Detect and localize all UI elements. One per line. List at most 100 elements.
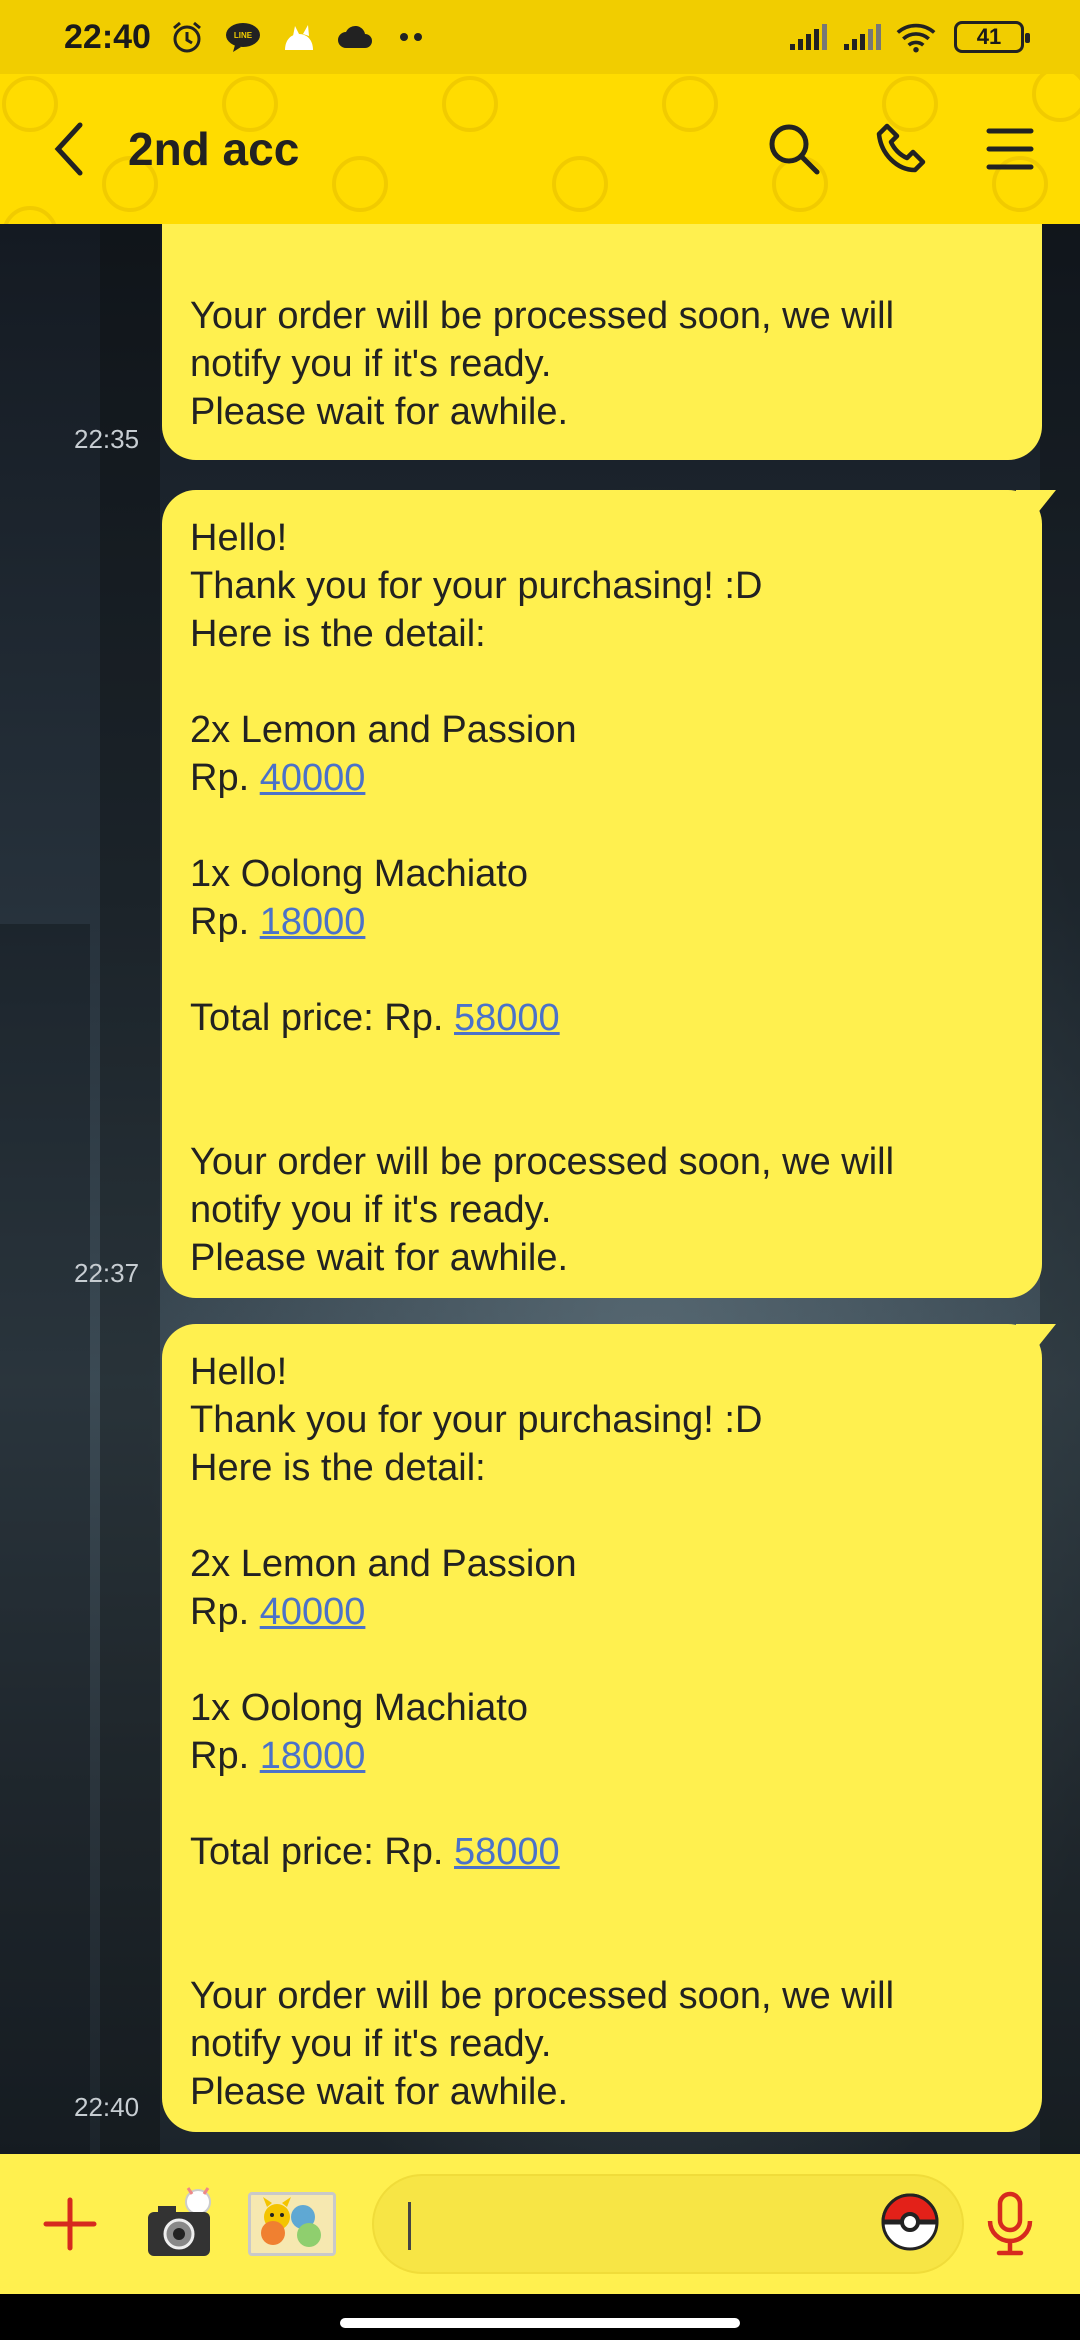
message-line: Please wait for awhile. xyxy=(190,2068,1012,2116)
background-tree xyxy=(0,924,90,2154)
home-indicator[interactable] xyxy=(340,2318,740,2328)
message-text: Total price: Rp. xyxy=(190,1831,454,1873)
chat-title: 2nd acc xyxy=(128,123,300,175)
message-line xyxy=(190,1492,1012,1540)
message-text: Here is the detail: xyxy=(190,1447,486,1489)
phone-icon[interactable] xyxy=(872,119,932,179)
back-arrow-icon[interactable] xyxy=(40,119,100,179)
message-text: Hello! xyxy=(190,517,288,559)
menu-icon[interactable] xyxy=(980,119,1040,179)
message-line: Rp. 40000 xyxy=(190,1588,1012,1636)
message-line: Your order will be processed soon, we wi… xyxy=(190,292,1012,340)
message-bubble[interactable]: Your order will be processed soon, we wi… xyxy=(162,224,1042,460)
message-line: Please wait for awhile. xyxy=(190,1234,1012,1282)
message-line xyxy=(190,946,1012,994)
message-text: Please wait for awhile. xyxy=(190,2071,569,2113)
microphone-icon[interactable] xyxy=(970,2184,1050,2264)
status-time: 22:40 xyxy=(64,17,151,56)
message-line: Your order will be processed soon, we wi… xyxy=(190,1138,1012,1186)
message-bubble[interactable]: Hello! Thank you for your purchasing! :D H… xyxy=(162,1324,1056,2132)
message-text: Your order will be processed soon, we wi… xyxy=(190,1141,895,1183)
message-line: Your order will be processed soon, we wi… xyxy=(190,1972,1012,2020)
pet-icon xyxy=(279,17,319,57)
text-cursor xyxy=(408,2202,411,2250)
message-line: Rp. 40000 xyxy=(190,754,1012,802)
message-line xyxy=(190,658,1012,706)
message-line: Please wait for awhile. xyxy=(190,388,1012,436)
background-tree xyxy=(1040,224,1080,2154)
signal-icon xyxy=(788,17,828,57)
message-text: notify you if it's ready. xyxy=(190,343,552,385)
search-icon[interactable] xyxy=(764,119,824,179)
message-bubble[interactable]: Hello! Thank you for your purchasing! :D H… xyxy=(162,490,1056,1298)
message-text: 1x Oolong Machiato xyxy=(190,853,528,895)
message-line: 1x Oolong Machiato xyxy=(190,850,1012,898)
message-text: Your order will be processed soon, we wi… xyxy=(190,295,895,337)
price-link[interactable]: 18000 xyxy=(260,901,366,943)
message-line xyxy=(190,1924,1012,1972)
message-time: 22:35 xyxy=(74,424,140,454)
price-link[interactable]: 18000 xyxy=(260,1735,366,1777)
wifi-icon xyxy=(896,17,936,57)
cloud-icon xyxy=(335,17,375,57)
message-line: Thank you for your purchasing! :D xyxy=(190,1396,1012,1444)
message-time: 22:40 xyxy=(74,2092,140,2122)
message-line: notify you if it's ready. xyxy=(190,2020,1012,2068)
chat-area[interactable]: Your order will be processed soon, we wi… xyxy=(0,224,1080,2154)
message-text: Thank you for your purchasing! :D xyxy=(190,1399,763,1441)
signal-icon xyxy=(842,17,882,57)
battery-level: 41 xyxy=(976,24,1002,49)
price-link[interactable]: 58000 xyxy=(454,997,560,1039)
price-link[interactable]: 40000 xyxy=(260,1591,366,1633)
more-dots-icon xyxy=(391,17,431,57)
message-text: Total price: Rp. xyxy=(190,997,454,1039)
line-app-icon: LINE xyxy=(223,17,263,57)
message-text: Hello! xyxy=(190,1351,288,1393)
message-line xyxy=(190,1090,1012,1138)
message-text: Rp. xyxy=(190,1591,260,1633)
message-line: 2x Lemon and Passion xyxy=(190,1540,1012,1588)
plus-icon[interactable] xyxy=(30,2184,110,2264)
message-text: Please wait for awhile. xyxy=(190,1237,569,1279)
camera-icon[interactable] xyxy=(142,2184,222,2264)
message-text: 2x Lemon and Passion xyxy=(190,1543,577,1585)
chat-header: 2nd acc xyxy=(0,74,1080,224)
message-text: notify you if it's ready. xyxy=(190,2023,552,2065)
message-text: Thank you for your purchasing! :D xyxy=(190,565,763,607)
message-line: Here is the detail: xyxy=(190,1444,1012,1492)
message-line: notify you if it's ready. xyxy=(190,1186,1012,1234)
battery-icon: 41 xyxy=(954,21,1030,53)
message-time: 22:37 xyxy=(74,1258,140,1288)
message-text: 2x Lemon and Passion xyxy=(190,709,577,751)
message-text: Here is the detail: xyxy=(190,613,486,655)
message-line xyxy=(190,1876,1012,1924)
message-line: Here is the detail: xyxy=(190,610,1012,658)
message-line xyxy=(190,802,1012,850)
input-bar xyxy=(0,2154,1080,2294)
message-input[interactable] xyxy=(372,2174,964,2274)
navigation-bar xyxy=(0,2294,1080,2340)
message-text: notify you if it's ready. xyxy=(190,1189,552,1231)
message-text: Your order will be processed soon, we wi… xyxy=(190,1975,895,2017)
message-line: Total price: Rp. 58000 xyxy=(190,994,1012,1042)
message-line: Hello! xyxy=(190,1348,1012,1396)
price-link[interactable]: 40000 xyxy=(260,757,366,799)
message-line: Hello! xyxy=(190,514,1012,562)
message-text: Please wait for awhile. xyxy=(190,391,569,433)
svg-text:LINE: LINE xyxy=(234,31,253,40)
message-line: 2x Lemon and Passion xyxy=(190,706,1012,754)
message-line: 1x Oolong Machiato xyxy=(190,1684,1012,1732)
message-line: Total price: Rp. 58000 xyxy=(190,1828,1012,1876)
message-line: Rp. 18000 xyxy=(190,898,1012,946)
message-line: notify you if it's ready. xyxy=(190,340,1012,388)
message-text: Rp. xyxy=(190,901,260,943)
sticker-icon[interactable] xyxy=(248,2192,336,2256)
message-text: Rp. xyxy=(190,757,260,799)
message-line xyxy=(190,1636,1012,1684)
message-line xyxy=(190,1780,1012,1828)
message-text-field[interactable] xyxy=(404,2203,880,2245)
price-link[interactable]: 58000 xyxy=(454,1831,560,1873)
pokeball-icon[interactable] xyxy=(880,2192,940,2257)
message-line: Rp. 18000 xyxy=(190,1732,1012,1780)
message-line xyxy=(190,1042,1012,1090)
